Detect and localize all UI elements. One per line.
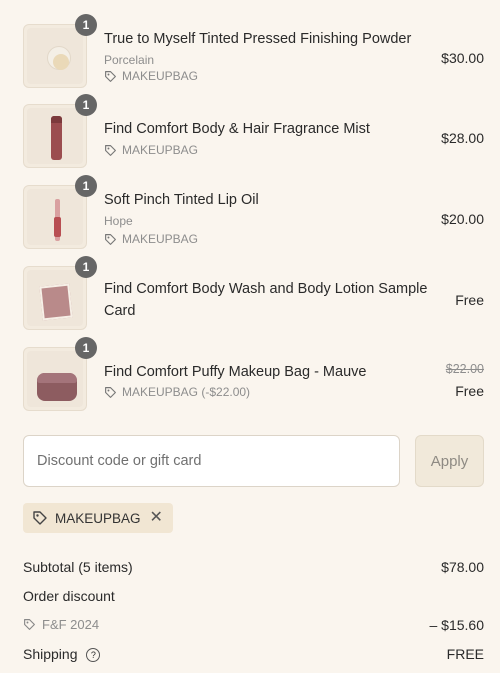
order-discount-label: Order discount	[23, 588, 115, 604]
applied-discount-chip: MAKEUPBAG ✕	[23, 503, 173, 533]
line-item: 1 Find Comfort Puffy Makeup Bag - Mauve …	[0, 337, 500, 414]
quantity-badge: 1	[75, 256, 97, 278]
item-price: $28.00	[441, 130, 484, 146]
item-name: True to Myself Tinted Pressed Finishing …	[104, 31, 412, 47]
tag-icon	[105, 70, 116, 82]
item-discount: MAKEUPBAG (-$22.00)	[104, 385, 250, 399]
discount-code-name: F&F 2024	[42, 617, 100, 632]
discount-code-label: MAKEUPBAG (-$22.00)	[122, 385, 251, 399]
discount-code-label: MAKEUPBAG	[122, 232, 199, 246]
close-icon[interactable]: ✕	[150, 510, 163, 526]
subtotal-label: Subtotal (5 items)	[23, 559, 133, 575]
discount-code-label: MAKEUPBAG	[122, 69, 199, 83]
product-image: 1	[23, 175, 97, 249]
discount-code-label: MAKEUPBAG	[122, 143, 199, 157]
item-price: Free	[455, 383, 484, 399]
item-name-line-2: Card	[104, 303, 136, 319]
tag-icon	[105, 233, 116, 245]
tag-icon	[105, 144, 116, 156]
tag-icon	[33, 511, 47, 525]
original-price: $22.00	[445, 362, 484, 376]
product-image: 1	[23, 14, 97, 88]
question-circle-icon[interactable]: ?	[86, 648, 101, 662]
product-image: 1	[23, 94, 97, 168]
line-item: 1 Find Comfort Body Wash and Body Lotion…	[0, 256, 500, 333]
item-name: Soft Pinch Tinted Lip Oil	[104, 192, 259, 208]
product-image: 1	[23, 337, 97, 411]
item-discount: MAKEUPBAG	[104, 69, 198, 83]
item-name: Find Comfort Body & Hair Fragrance Mist	[104, 121, 370, 137]
item-discount: MAKEUPBAG	[104, 143, 198, 157]
quantity-badge: 1	[75, 14, 97, 36]
discount-code-row: F&F 2024 – $15.60	[23, 617, 484, 634]
item-price: $20.00	[441, 211, 484, 227]
item-variant: Hope	[104, 214, 133, 228]
tag-icon	[24, 619, 35, 630]
item-price: $30.00	[441, 50, 484, 66]
quantity-badge: 1	[75, 94, 97, 116]
quantity-badge: 1	[75, 175, 97, 197]
subtotal-value: $78.00	[441, 559, 484, 575]
tag-icon	[105, 386, 116, 398]
shipping-value: FREE	[446, 646, 484, 662]
item-price: Free	[455, 292, 484, 308]
discount-value: – $15.60	[429, 617, 485, 633]
order-discount-row: Order discount	[23, 588, 484, 604]
line-item: 1 Find Comfort Body & Hair Fragrance Mis…	[0, 94, 500, 171]
subtotal-row: Subtotal (5 items) $78.00	[23, 559, 484, 575]
item-name-line-1: Find Comfort Body Wash and Body Lotion S…	[104, 281, 428, 297]
item-discount: MAKEUPBAG	[104, 232, 198, 246]
quantity-badge: 1	[75, 337, 97, 359]
applied-code-label: MAKEUPBAG	[55, 510, 141, 526]
shipping-label: Shipping	[23, 646, 78, 662]
line-item: 1 Soft Pinch Tinted Lip Oil Hope MAKEUPB…	[0, 175, 500, 252]
shipping-row: Shipping ? FREE	[23, 646, 484, 662]
item-variant: Porcelain	[104, 53, 155, 67]
item-name: Find Comfort Puffy Makeup Bag - Mauve	[104, 364, 367, 380]
product-image: 1	[23, 256, 97, 330]
apply-button[interactable]: Apply	[415, 435, 484, 487]
line-item: 1 True to Myself Tinted Pressed Finishin…	[0, 14, 500, 91]
discount-code-input[interactable]	[23, 435, 400, 487]
